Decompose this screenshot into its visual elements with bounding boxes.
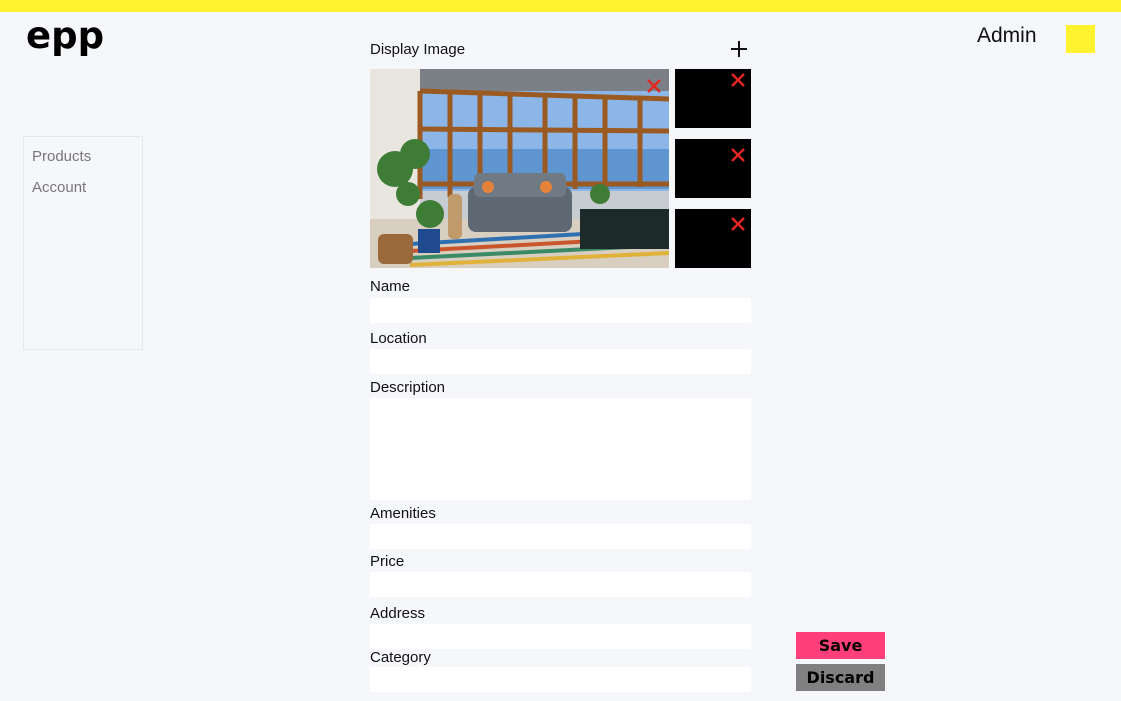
save-button[interactable]: Save bbox=[796, 632, 885, 659]
top-accent-bar bbox=[0, 0, 1121, 12]
sunroom-photo bbox=[370, 69, 669, 268]
remove-thumbnail-icon[interactable] bbox=[731, 148, 745, 162]
price-input[interactable] bbox=[370, 572, 751, 597]
user-name-label: Admin bbox=[977, 24, 1037, 47]
name-input[interactable] bbox=[370, 298, 751, 323]
location-label: Location bbox=[370, 330, 427, 347]
sidebar-item-products[interactable]: Products bbox=[32, 148, 91, 165]
remove-thumbnail-icon[interactable] bbox=[731, 73, 745, 87]
logo[interactable]: epp bbox=[26, 17, 104, 54]
amenities-label: Amenities bbox=[370, 505, 436, 522]
sidebar: Products Account bbox=[23, 136, 143, 350]
amenities-input[interactable] bbox=[370, 524, 751, 549]
sidebar-item-account[interactable]: Account bbox=[32, 179, 86, 196]
thumbnail-1[interactable] bbox=[675, 69, 751, 128]
remove-main-image-icon[interactable] bbox=[647, 79, 661, 93]
address-input[interactable] bbox=[370, 624, 751, 649]
description-label: Description bbox=[370, 379, 446, 396]
name-label: Name bbox=[370, 278, 411, 295]
description-textarea[interactable] bbox=[370, 398, 751, 500]
add-image-icon[interactable] bbox=[728, 38, 750, 60]
display-image-label: Display Image bbox=[370, 41, 466, 58]
thumbnail-2[interactable] bbox=[675, 139, 751, 198]
address-label: Address bbox=[370, 605, 426, 622]
category-label: Category bbox=[370, 649, 431, 666]
price-label: Price bbox=[370, 553, 405, 570]
location-input[interactable] bbox=[370, 349, 751, 374]
main-display-image[interactable] bbox=[370, 69, 669, 268]
thumbnail-3[interactable] bbox=[675, 209, 751, 268]
remove-thumbnail-icon[interactable] bbox=[731, 217, 745, 231]
discard-button[interactable]: Discard bbox=[796, 664, 885, 691]
avatar[interactable] bbox=[1066, 25, 1095, 53]
category-input[interactable] bbox=[370, 667, 751, 692]
